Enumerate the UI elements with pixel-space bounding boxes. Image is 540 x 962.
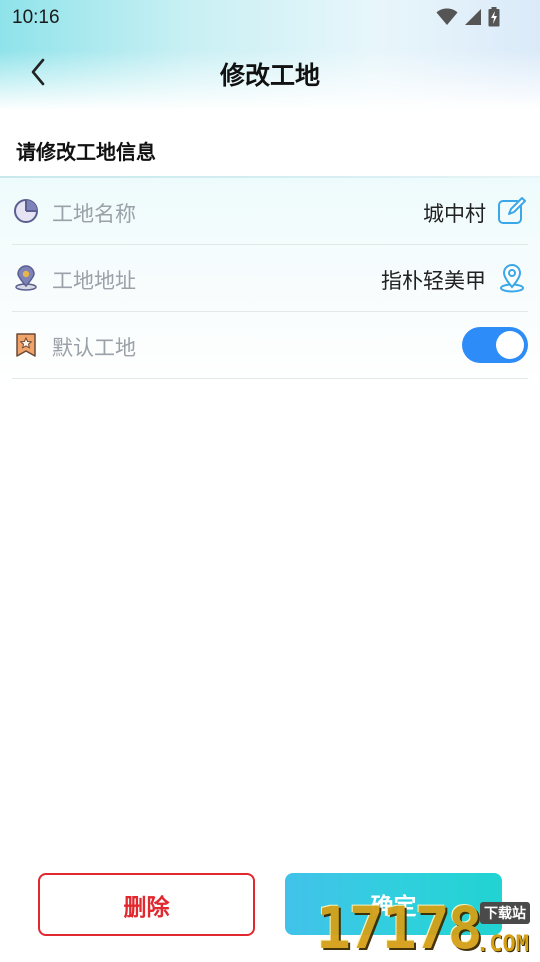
bookmark-star-icon — [12, 331, 40, 359]
wifi-icon — [436, 8, 458, 30]
location-icon[interactable] — [496, 262, 528, 294]
delete-button[interactable]: 删除 — [38, 873, 255, 936]
site-address-value: 指朴轻美甲 — [381, 269, 486, 293]
site-name-label: 工地名称 — [52, 202, 136, 226]
default-site-label: 默认工地 — [52, 336, 136, 360]
site-address-label: 工地地址 — [52, 269, 136, 293]
signal-icon — [464, 8, 482, 30]
page-title: 修改工地 — [219, 61, 320, 90]
site-name-row[interactable]: 工地名称 城中村 — [12, 178, 528, 245]
section-heading: 请修改工地信息 — [16, 140, 156, 164]
status-time: 10:16 — [12, 7, 60, 28]
pie-chart-icon — [12, 197, 40, 225]
toggle-knob — [496, 331, 524, 359]
default-site-row: 默认工地 — [12, 312, 528, 379]
edit-icon[interactable] — [496, 195, 528, 227]
watermark-suffix: .COM — [476, 932, 529, 957]
battery-icon — [488, 7, 500, 31]
site-name-value: 城中村 — [423, 202, 486, 226]
site-address-row[interactable]: 工地地址 指朴轻美甲 — [12, 245, 528, 312]
status-bar: 10:16 — [0, 0, 540, 36]
default-site-toggle[interactable] — [462, 327, 528, 363]
nav-bar: 修改工地 — [0, 46, 540, 100]
status-icons — [436, 7, 500, 31]
confirm-button[interactable]: 确定 — [285, 873, 502, 935]
map-pin-icon — [12, 264, 40, 292]
